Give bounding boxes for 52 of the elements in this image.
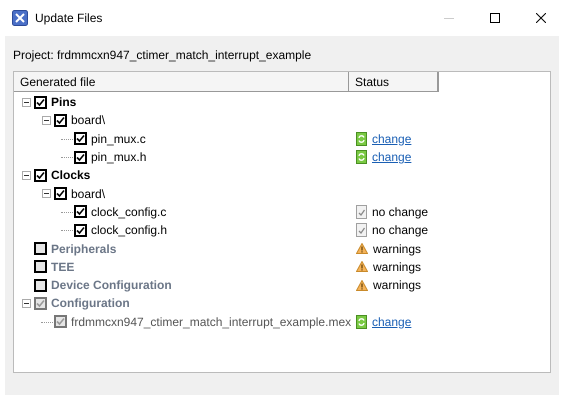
checkbox[interactable]: [34, 168, 47, 182]
file-label: Pins: [51, 94, 76, 112]
collapse-toggle[interactable]: [42, 189, 50, 198]
file-label: clock_config.h: [91, 222, 168, 240]
file-label: Peripherals: [51, 240, 116, 258]
file-check-icon: [356, 204, 367, 219]
warning-icon: [356, 280, 368, 291]
window-title: Update Files: [35, 10, 102, 27]
file-label: pin_mux.h: [91, 149, 146, 166]
file-label: board\: [71, 112, 106, 130]
file-label: board\: [71, 186, 106, 203]
refresh-file-icon: [356, 150, 367, 164]
status-text: warnings: [373, 240, 422, 258]
checkbox[interactable]: [74, 224, 87, 237]
column-header[interactable]: Generated file: [14, 72, 349, 92]
minus-icon: [44, 191, 48, 196]
checkbox[interactable]: [54, 114, 67, 127]
collapse-toggle[interactable]: [42, 116, 50, 125]
file-label: Configuration: [51, 295, 130, 312]
status-text: no change: [372, 204, 428, 221]
checkbox[interactable]: [74, 132, 87, 146]
file-label: clock_config.c: [91, 204, 166, 221]
collapse-toggle[interactable]: [22, 170, 30, 180]
close-icon: [536, 13, 546, 23]
checkbox[interactable]: [34, 96, 47, 109]
file-label: Device Configuration: [51, 277, 172, 294]
file-check-icon: [356, 223, 367, 238]
change-link[interactable]: change: [372, 130, 412, 148]
warning-icon: [356, 243, 368, 254]
file-label: Clocks: [51, 167, 90, 184]
checkbox[interactable]: [74, 205, 87, 218]
warning-icon: [356, 261, 368, 272]
status-text: no change: [372, 222, 428, 240]
refresh-file-icon: [356, 132, 367, 146]
minus-icon: [44, 118, 48, 123]
checkbox[interactable]: [74, 150, 87, 164]
file-label: TEE: [51, 258, 74, 276]
app-logo-icon: [12, 10, 28, 26]
project-label: Project: frdmmcxn947_ctimer_match_interrupt_example: [13, 47, 312, 64]
minus-icon: [24, 172, 28, 178]
file-label: frdmmcxn947_ctimer_match_interrupt_example.mex: [71, 314, 352, 331]
maximize-icon: [490, 13, 500, 23]
minus-icon: [24, 100, 28, 105]
status-text: warnings: [373, 277, 422, 294]
checkbox[interactable]: [54, 187, 67, 200]
minus-icon: [24, 300, 28, 306]
status-text: warnings: [373, 258, 422, 276]
column-header[interactable]: Status: [349, 72, 439, 92]
collapse-toggle[interactable]: [22, 98, 30, 107]
file-label: pin_mux.c: [91, 130, 146, 148]
change-link[interactable]: change: [372, 148, 412, 166]
refresh-file-icon: [356, 314, 367, 329]
